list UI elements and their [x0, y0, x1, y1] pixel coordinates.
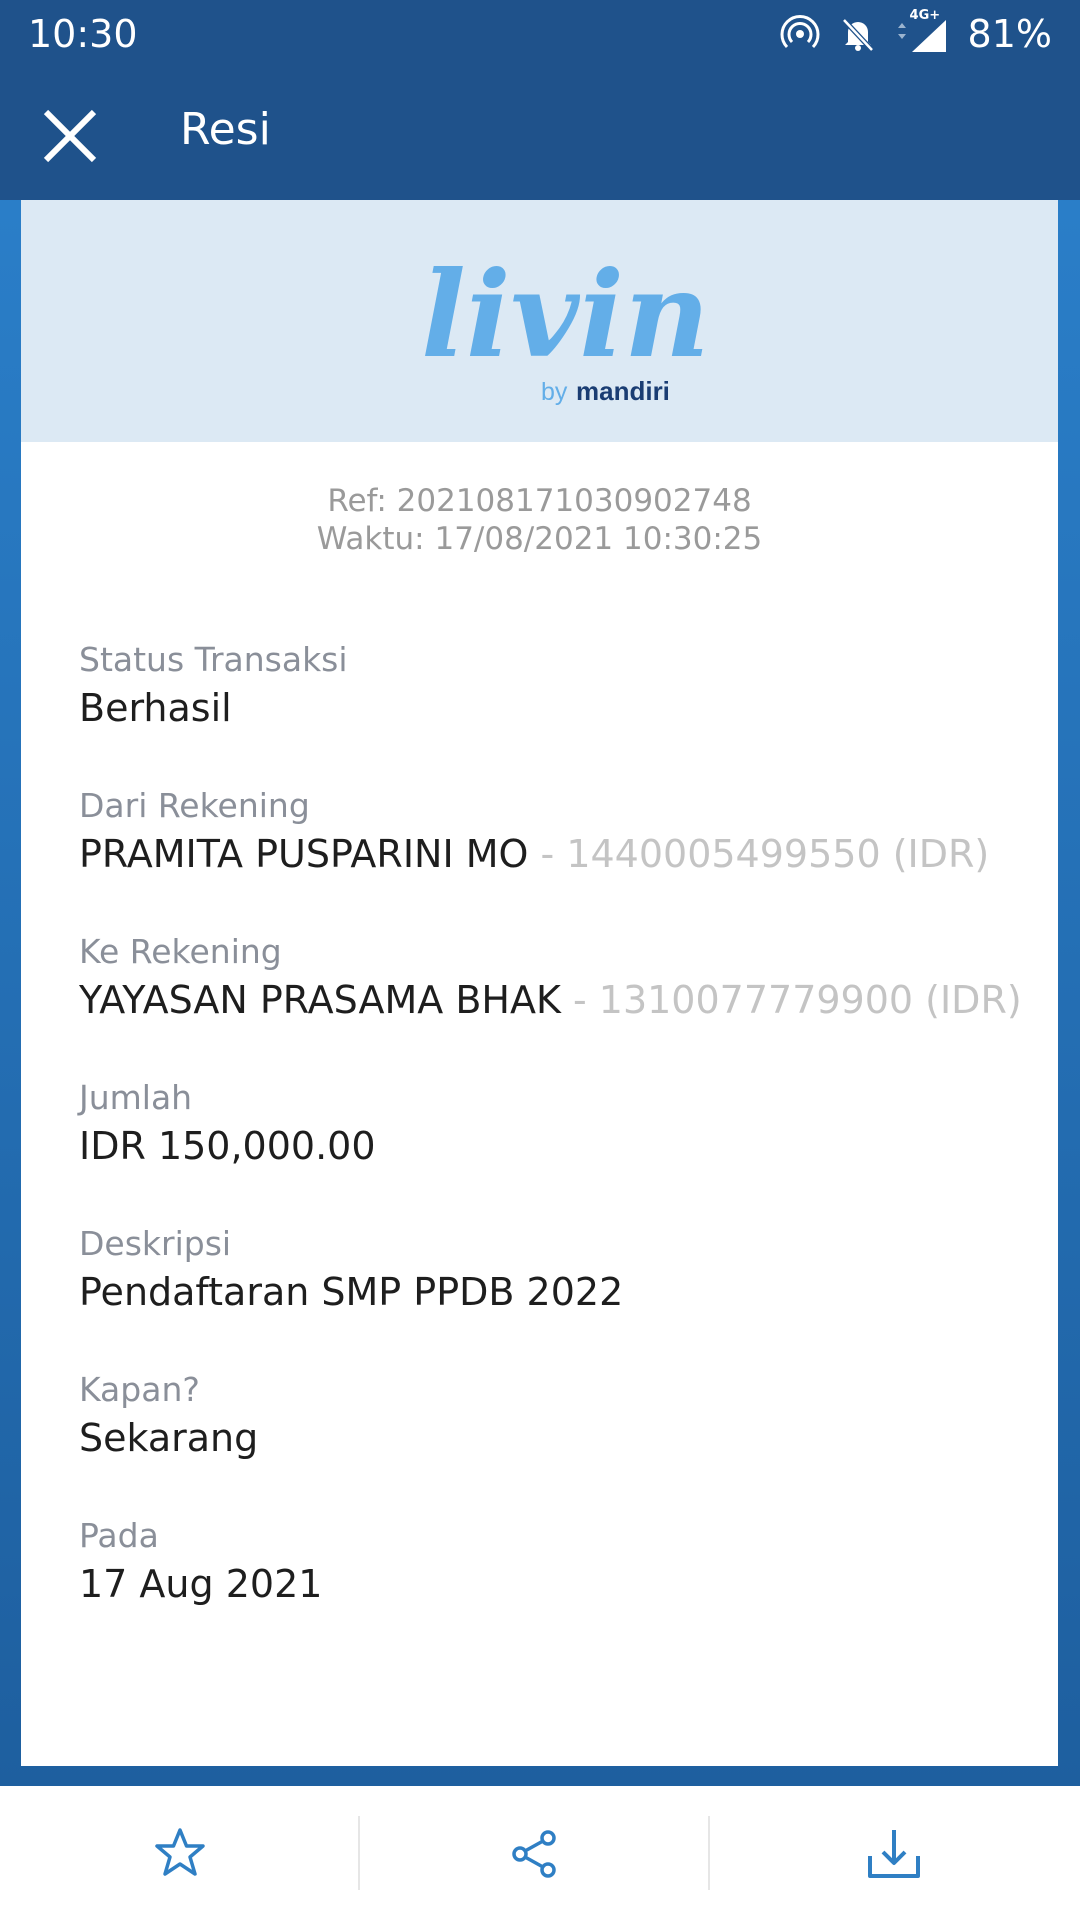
- divider: [708, 1816, 710, 1890]
- field-label: Status Transaksi: [79, 640, 348, 679]
- close-icon[interactable]: [40, 106, 100, 166]
- divider: [358, 1816, 360, 1890]
- status-time: 10:30: [28, 12, 138, 56]
- bell-muted-icon: [841, 18, 874, 52]
- field-from-account: Dari Rekening PRAMITA PUSPARINI MO - 144…: [79, 786, 989, 878]
- field-label: Jumlah: [79, 1078, 193, 1117]
- status-icons: 4G+ 81%: [780, 8, 1052, 56]
- field-label: Pada: [79, 1516, 159, 1555]
- logo-by-text: by: [541, 378, 568, 406]
- app-bar: Resi: [0, 70, 1080, 200]
- field-value: 17 Aug 2021: [79, 1562, 323, 1606]
- livin-logo: livin' by mandiri: [421, 245, 706, 406]
- field-label: Deskripsi: [79, 1224, 232, 1263]
- download-icon[interactable]: [864, 1824, 924, 1884]
- logo-brand-text: livin': [421, 245, 706, 384]
- field-amount: Jumlah IDR 150,000.00: [79, 1078, 376, 1170]
- battery-level: 81%: [967, 12, 1052, 56]
- page-title: Resi: [180, 104, 271, 155]
- field-to-account: Ke Rekening YAYASAN PRASAMA BHAK - 13100…: [79, 932, 1022, 1024]
- field-value: YAYASAN PRASAMA BHAK - 1310077779900 (ID…: [79, 978, 1022, 1022]
- receipt-card: livin' by mandiri Ref: 20210817103090274…: [21, 200, 1058, 1766]
- field-value: IDR 150,000.00: [79, 1124, 376, 1168]
- field-description: Deskripsi Pendaftaran SMP PPDB 2022: [79, 1224, 623, 1316]
- bottom-action-bar: [0, 1786, 1080, 1920]
- transaction-time: Waktu: 17/08/2021 10:30:25: [316, 521, 763, 557]
- receipt-meta: Ref: 20210817103090274​8 Waktu: 17/08/20…: [21, 482, 1058, 558]
- field-value: PRAMITA PUSPARINI MO - 1440005499550 (ID…: [79, 832, 990, 876]
- share-icon[interactable]: [504, 1824, 564, 1884]
- reference-number: Ref: 20210817103090274​8: [327, 483, 752, 519]
- logo-panel: livin' by mandiri: [21, 200, 1058, 442]
- field-value: Pendaftaran SMP PPDB 2022: [79, 1270, 624, 1314]
- field-value: Sekarang: [79, 1416, 259, 1460]
- hotspot-icon: [780, 15, 820, 49]
- field-label: Ke Rekening: [79, 932, 282, 971]
- logo-mandiri-text: mandiri: [576, 376, 670, 406]
- field-label: Dari Rekening: [79, 786, 310, 825]
- field-value: Berhasil: [79, 686, 232, 730]
- field-date: Pada 17 Aug 2021: [79, 1516, 322, 1608]
- field-label: Kapan?: [79, 1370, 200, 1409]
- field-status: Status Transaksi Berhasil: [79, 640, 348, 732]
- field-when: Kapan? Sekarang: [79, 1370, 258, 1462]
- status-bar: 10:30 4G+ 81%: [0, 0, 1080, 70]
- signal-icon: 4G+: [896, 8, 950, 54]
- star-icon[interactable]: [150, 1824, 210, 1884]
